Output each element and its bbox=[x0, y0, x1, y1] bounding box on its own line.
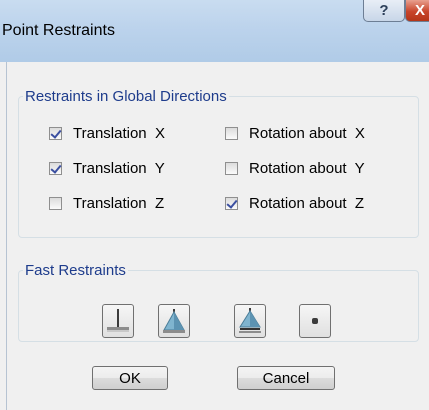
checkbox-box[interactable] bbox=[225, 197, 238, 210]
cancel-button[interactable]: Cancel bbox=[237, 366, 335, 390]
pinned-support-icon bbox=[163, 309, 185, 333]
checkbox-label: Translation Z bbox=[73, 195, 165, 212]
fast-restraints-legend: Fast Restraints bbox=[25, 262, 126, 279]
fixed-support-button[interactable] bbox=[102, 304, 134, 338]
checkbox-label: Rotation about X bbox=[249, 125, 365, 142]
translation-z-checkbox[interactable]: Translation Z bbox=[49, 195, 164, 212]
rotation-x-checkbox[interactable]: Rotation about X bbox=[225, 125, 365, 142]
checkbox-label: Rotation about Y bbox=[249, 160, 365, 177]
fixed-support-icon bbox=[107, 309, 129, 332]
global-restraints-legend: Restraints in Global Directions bbox=[25, 88, 227, 105]
rotation-z-checkbox[interactable]: Rotation about Z bbox=[225, 195, 364, 212]
global-restraints-group: Restraints in Global Directions Translat… bbox=[18, 88, 419, 238]
window-title: Point Restraints bbox=[2, 22, 115, 39]
checkbox-label: Translation Y bbox=[73, 160, 165, 177]
checkbox-box[interactable] bbox=[225, 127, 238, 140]
roller-support-icon bbox=[239, 308, 261, 333]
checkbox-box[interactable] bbox=[49, 127, 62, 140]
checkbox-label: Rotation about Z bbox=[249, 195, 365, 212]
dialog-body: Restraints in Global Directions Translat… bbox=[6, 62, 429, 410]
close-button[interactable]: X bbox=[405, 0, 429, 22]
pinned-support-button[interactable] bbox=[158, 304, 190, 338]
checkbox-box[interactable] bbox=[49, 197, 62, 210]
fast-restraints-group: Fast Restraints bbox=[18, 262, 419, 342]
title-bar: Point Restraints ? X bbox=[0, 0, 429, 62]
checkbox-box[interactable] bbox=[225, 162, 238, 175]
free-point-icon bbox=[312, 318, 318, 324]
free-point-button[interactable] bbox=[299, 304, 331, 338]
rotation-y-checkbox[interactable]: Rotation about Y bbox=[225, 160, 365, 177]
close-icon: X bbox=[414, 2, 425, 19]
translation-x-checkbox[interactable]: Translation X bbox=[49, 125, 165, 142]
help-button[interactable]: ? bbox=[363, 0, 405, 22]
roller-support-button[interactable] bbox=[234, 304, 266, 338]
ok-button[interactable]: OK bbox=[92, 366, 168, 390]
translation-y-checkbox[interactable]: Translation Y bbox=[49, 160, 165, 177]
checkbox-box[interactable] bbox=[49, 162, 62, 175]
checkbox-label: Translation X bbox=[73, 125, 165, 142]
help-icon: ? bbox=[379, 2, 389, 19]
